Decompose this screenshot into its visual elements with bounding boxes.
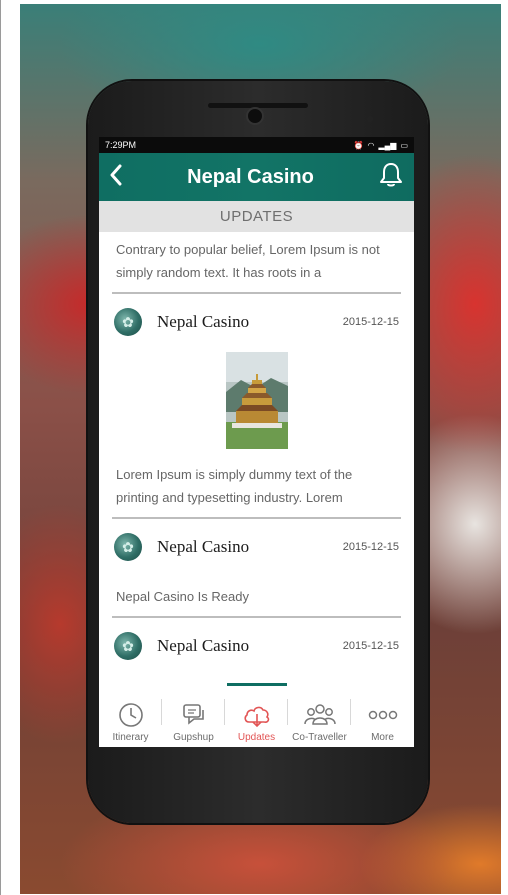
- avatar: ✿: [114, 308, 142, 336]
- bell-icon[interactable]: [378, 161, 404, 194]
- frame-edge: [0, 0, 1, 895]
- post-date: 2015-12-15: [342, 640, 399, 652]
- phone-camera: [246, 107, 264, 125]
- post-author: Nepal Casino: [157, 312, 250, 331]
- section-header: UPDATES: [99, 201, 414, 232]
- post-header: ✿ Nepal Casino 2015-12-15: [114, 618, 399, 674]
- post-header: ✿ Nepal Casino 2015-12-15: [114, 519, 399, 575]
- nav-tab-gupshup[interactable]: Gupshup: [162, 683, 225, 747]
- post-author: Nepal Casino: [157, 537, 250, 556]
- nav-tab-more[interactable]: More: [351, 683, 414, 747]
- post-date: 2015-12-15: [342, 541, 399, 553]
- update-post[interactable]: ✿ Nepal Casino 2015-12-15: [114, 294, 399, 517]
- cloud-icon: [243, 706, 269, 728]
- post-date: 2015-12-15: [342, 316, 399, 328]
- back-arrow-icon[interactable]: [109, 164, 123, 191]
- status-time: 7:29PM: [105, 140, 137, 150]
- nav-tab-co-traveller[interactable]: Co-Traveller: [288, 683, 351, 747]
- app-screen: 7:29PM ⏰ ◠ ▂▄▆ ▭ Nepal Casino UPDATES Co…: [99, 137, 414, 747]
- phone-device: 7:29PM ⏰ ◠ ▂▄▆ ▭ Nepal Casino UPDATES Co…: [88, 81, 428, 823]
- signal-icon: ▂▄▆: [378, 140, 397, 150]
- wifi-icon: ◠: [367, 140, 375, 150]
- clock-icon: [118, 703, 143, 727]
- status-bar: 7:29PM ⏰ ◠ ▂▄▆ ▭: [99, 137, 414, 153]
- post-author: Nepal Casino: [157, 636, 250, 655]
- battery-icon: ▭: [400, 140, 408, 150]
- app-header: Nepal Casino: [99, 153, 414, 201]
- alarm-icon: ⏰: [353, 140, 364, 150]
- nav-label: Itinerary: [112, 732, 149, 743]
- post-header: ✿ Nepal Casino 2015-12-15: [114, 294, 399, 350]
- post-text: Lorem Ipsum is simply dummy text of the …: [116, 467, 353, 505]
- nav-label: More: [371, 732, 394, 743]
- chat-icon: [182, 704, 204, 725]
- update-post[interactable]: ✿ Nepal Casino 2015-12-15: [114, 618, 399, 674]
- people-icon: [303, 704, 336, 725]
- phone-sensor: [367, 116, 373, 122]
- nav-label: Updates: [237, 732, 276, 743]
- updates-feed[interactable]: Contrary to popular belief, Lorem Ipsum …: [99, 232, 414, 674]
- nav-tab-updates[interactable]: Updates: [225, 683, 288, 747]
- update-post[interactable]: ✿ Nepal Casino 2015-12-15 Nepal Casino I…: [114, 519, 399, 616]
- post-text: Contrary to popular belief, Lorem Ipsum …: [116, 242, 380, 280]
- avatar: ✿: [114, 533, 142, 561]
- nav-label: Gupshup: [173, 732, 214, 743]
- page-title: Nepal Casino: [187, 165, 314, 188]
- nav-tab-itinerary[interactable]: Itinerary: [99, 683, 162, 747]
- post-image[interactable]: [225, 352, 288, 449]
- status-icons: ⏰ ◠ ▂▄▆ ▭: [354, 141, 409, 150]
- more-icon: [368, 710, 397, 720]
- post-text: Nepal Casino Is Ready: [116, 589, 249, 604]
- avatar: ✿: [114, 632, 142, 660]
- bottom-nav: Itinerary Gupshup Updates Co-Traveller M: [99, 683, 414, 747]
- nav-label: Co-Traveller: [292, 732, 347, 743]
